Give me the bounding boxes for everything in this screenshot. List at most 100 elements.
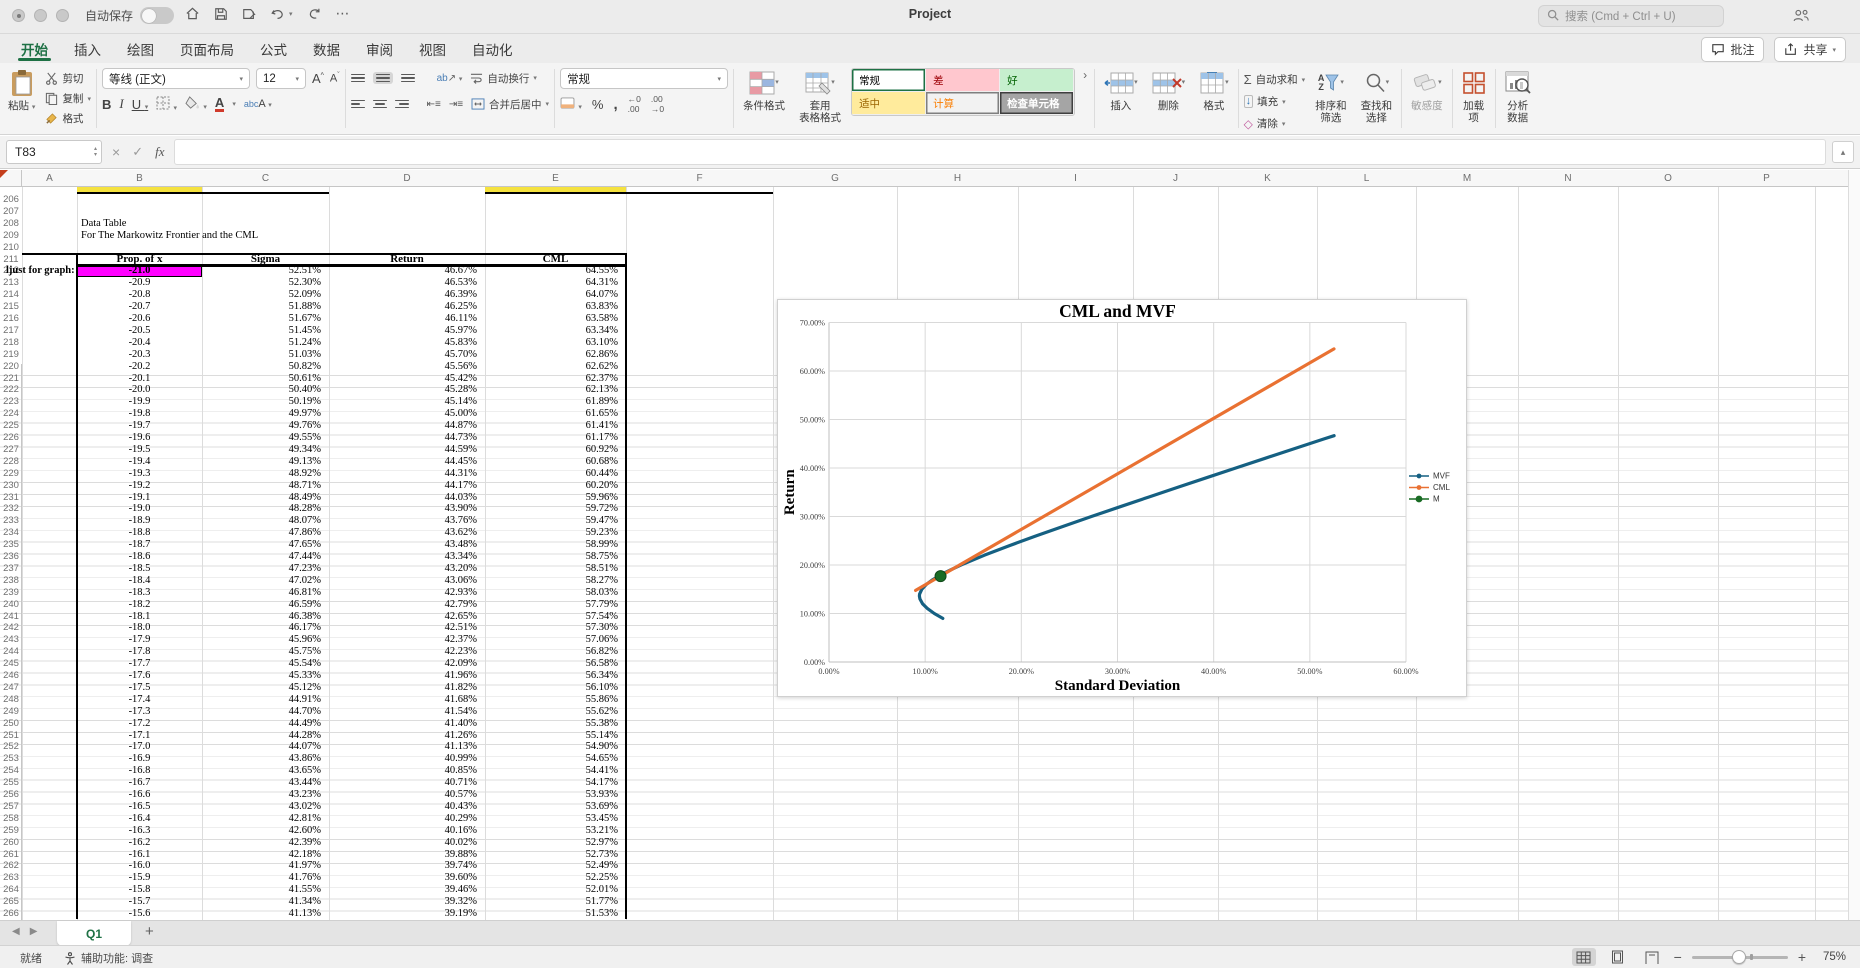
cell-prop-of-x[interactable]: -15.9: [77, 872, 202, 884]
cell-sigma[interactable]: 48.71%: [202, 480, 321, 492]
row-header[interactable]: 254: [0, 765, 22, 777]
cell-sigma[interactable]: 42.39%: [202, 837, 321, 849]
row-header[interactable]: 242: [0, 622, 22, 634]
cell-sigma[interactable]: 48.49%: [202, 492, 321, 504]
enter-icon[interactable]: ✓: [132, 144, 143, 160]
cell-style-2[interactable]: 差: [926, 69, 1001, 92]
cell-prop-of-x[interactable]: -16.2: [77, 837, 202, 849]
add-sheet-button[interactable]: +: [145, 923, 154, 940]
cancel-icon[interactable]: ×: [112, 144, 120, 160]
cell-return[interactable]: 42.65%: [329, 611, 477, 623]
cell-prop-of-x[interactable]: -20.5: [77, 325, 202, 337]
cell-prop-of-x[interactable]: -18.8: [77, 527, 202, 539]
cell-sigma[interactable]: 51.45%: [202, 325, 321, 337]
underline-button[interactable]: U ▾: [132, 97, 149, 112]
sort-filter-button[interactable]: AZ ▾ 排序和 筛选: [1311, 68, 1351, 124]
decrease-font-icon[interactable]: Aˇ: [330, 72, 340, 85]
menu-tab[interactable]: 自动化: [459, 34, 526, 63]
cml-mvf-chart[interactable]: 0.00% 10.00% 20.00% 30.00% 40.00% 50.00% 60.00…: [778, 300, 1466, 696]
sheet-tab-q1[interactable]: Q1: [57, 921, 131, 946]
row-header[interactable]: 239: [0, 587, 22, 599]
row-header[interactable]: 258: [0, 813, 22, 825]
row-header[interactable]: 263: [0, 872, 22, 884]
align-center-icon[interactable]: [372, 99, 387, 109]
copy-button[interactable]: 复制 ▾: [45, 90, 91, 107]
cell-sigma[interactable]: 46.38%: [202, 611, 321, 623]
row-header[interactable]: 228: [0, 456, 22, 468]
cell-cml[interactable]: 52.49%: [485, 860, 618, 872]
cell-return[interactable]: 42.51%: [329, 622, 477, 634]
cell-cml[interactable]: 54.41%: [485, 765, 618, 777]
cell-prop-of-x[interactable]: -18.1: [77, 611, 202, 623]
cell-sigma[interactable]: 45.54%: [202, 658, 321, 670]
percent-style-icon[interactable]: %: [592, 97, 604, 112]
row-header[interactable]: 260: [0, 837, 22, 849]
cell-sigma[interactable]: 50.19%: [202, 396, 321, 408]
row-header[interactable]: 243: [0, 634, 22, 646]
row-header[interactable]: 221: [0, 373, 22, 385]
font-size-select[interactable]: 12 ▾: [255, 68, 306, 89]
increase-indent-icon[interactable]: ⇥≡: [449, 99, 463, 110]
cell-style-3[interactable]: 好: [1000, 69, 1075, 92]
cell-return[interactable]: 41.82%: [329, 682, 477, 694]
cell-return[interactable]: 45.00%: [329, 408, 477, 420]
cell-return[interactable]: 42.93%: [329, 587, 477, 599]
adjust-for-graph-label[interactable]: ljust for graph:: [6, 265, 75, 277]
accounting-format-icon[interactable]: ▾: [560, 96, 582, 112]
column-header[interactable]: G: [773, 170, 897, 187]
data-table-subtitle[interactable]: For The Markowitz Frontier and the CML: [81, 230, 481, 242]
cell-prop-of-x[interactable]: -18.0: [77, 622, 202, 634]
row-header[interactable]: 207: [0, 206, 22, 218]
row-header[interactable]: 255: [0, 777, 22, 789]
cell-return[interactable]: 42.79%: [329, 599, 477, 611]
cell-prop-of-x[interactable]: -16.8: [77, 765, 202, 777]
align-bottom-icon[interactable]: [400, 73, 415, 83]
fill-button[interactable]: ↓ 填充 ▾: [1243, 93, 1306, 110]
cell-return[interactable]: 40.02%: [329, 837, 477, 849]
cell-cml[interactable]: 60.68%: [485, 456, 618, 468]
cell-return[interactable]: 46.53%: [329, 277, 477, 289]
menu-tab[interactable]: 绘图: [114, 34, 167, 63]
row-header[interactable]: 237: [0, 563, 22, 575]
cell-sigma[interactable]: 41.55%: [202, 884, 321, 896]
menu-tab[interactable]: 审阅: [353, 34, 406, 63]
analyze-data-button[interactable]: 分析 数据: [1501, 68, 1535, 124]
row-header[interactable]: 256: [0, 789, 22, 801]
orientation-button[interactable]: ab↗ ▾: [437, 73, 463, 84]
cell-cml[interactable]: 56.34%: [485, 670, 618, 682]
accessibility-status[interactable]: 辅助功能: 调查: [64, 950, 153, 966]
cell-sigma[interactable]: 49.34%: [202, 444, 321, 456]
zoom-in-button[interactable]: +: [1798, 949, 1806, 965]
column-header[interactable]: F: [626, 170, 773, 187]
cell-return[interactable]: 44.17%: [329, 480, 477, 492]
cell-cml[interactable]: 53.45%: [485, 813, 618, 825]
column-header[interactable]: K: [1218, 170, 1317, 187]
cell-cml[interactable]: 55.38%: [485, 718, 618, 730]
cell-sigma[interactable]: 43.44%: [202, 777, 321, 789]
cell-prop-of-x[interactable]: -16.5: [77, 801, 202, 813]
cell-return[interactable]: 44.73%: [329, 432, 477, 444]
row-header[interactable]: 252: [0, 741, 22, 753]
styles-gallery-more-button[interactable]: ›: [1081, 68, 1089, 82]
cell-sigma[interactable]: 42.60%: [202, 825, 321, 837]
cell-sigma[interactable]: 49.13%: [202, 456, 321, 468]
cell-cml[interactable]: 55.86%: [485, 694, 618, 706]
row-header[interactable]: 241: [0, 611, 22, 623]
cell-cml[interactable]: 55.62%: [485, 706, 618, 718]
cell-sigma[interactable]: 49.76%: [202, 420, 321, 432]
cell-cml[interactable]: 57.06%: [485, 634, 618, 646]
cell-sigma[interactable]: 44.91%: [202, 694, 321, 706]
menu-tab[interactable]: 插入: [61, 34, 114, 63]
cell-sigma[interactable]: 42.81%: [202, 813, 321, 825]
column-header[interactable]: E: [485, 170, 626, 187]
sensitivity-button[interactable]: ▾ 敏感度: [1407, 68, 1447, 113]
cell-prop-of-x[interactable]: -18.9: [77, 515, 202, 527]
column-header[interactable]: N: [1518, 170, 1618, 187]
cell-return[interactable]: 44.45%: [329, 456, 477, 468]
cell-cml[interactable]: 51.53%: [485, 908, 618, 920]
row-header[interactable]: 232: [0, 503, 22, 515]
cell-return[interactable]: 40.57%: [329, 789, 477, 801]
cell-prop-of-x[interactable]: -20.6: [77, 313, 202, 325]
cell-cml[interactable]: 63.34%: [485, 325, 618, 337]
cell-sigma[interactable]: 45.33%: [202, 670, 321, 682]
